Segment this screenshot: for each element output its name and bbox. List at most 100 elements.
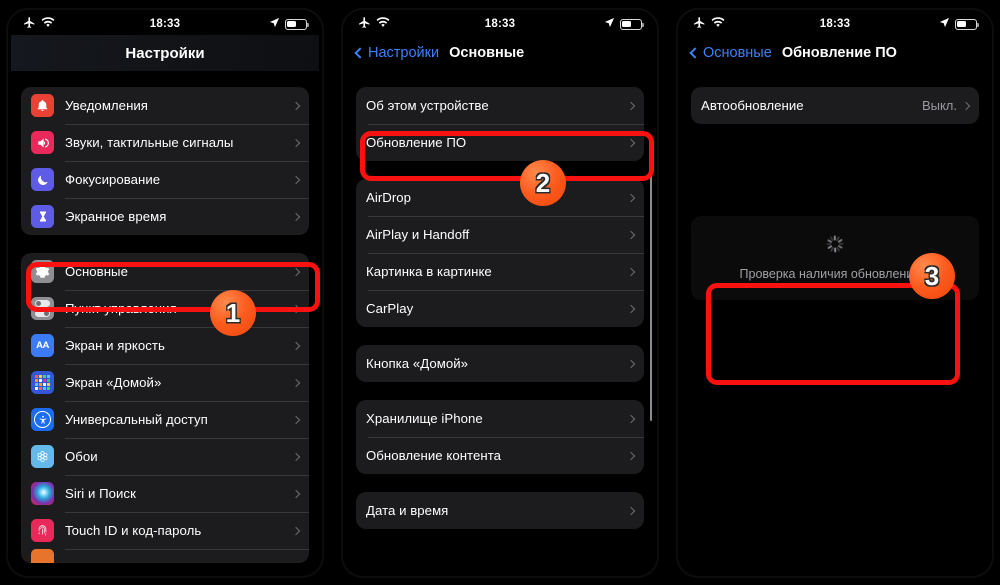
row-label: Экран «Домой» (65, 375, 162, 390)
row-carplay[interactable]: CarPlay (356, 290, 644, 327)
row-label: Обновление ПО (366, 135, 467, 150)
row-sounds[interactable]: Звуки, тактильные сигналы (21, 124, 309, 161)
general-group-3: Кнопка «Домой» (356, 345, 644, 382)
chevron-right-icon (626, 267, 636, 276)
general-group-4: Хранилище iPhone Обновление контента (356, 400, 644, 474)
general-list[interactable]: Об этом устройстве Обновление ПО AirDrop (346, 71, 654, 573)
row-software-update[interactable]: Обновление ПО (356, 124, 644, 161)
chevron-right-icon (291, 101, 301, 110)
chevron-left-icon (354, 47, 366, 59)
row-label: CarPlay (366, 301, 414, 316)
phone-panel-settings: 18:33 Настройки Уведомления Звуки, такти… (6, 8, 324, 578)
software-update-content[interactable]: Автообновление Выкл. Проверка наличия об… (681, 71, 989, 573)
airplane-mode-icon (23, 16, 36, 32)
location-arrow-icon (269, 17, 280, 31)
activity-spinner-icon (826, 235, 844, 253)
scrollbar-indicator[interactable] (649, 141, 652, 421)
general-group-1: Об этом устройстве Обновление ПО (356, 87, 644, 161)
settings-group-2: Основные Пункт управления AA Экран и ярк… (21, 253, 309, 563)
row-touch-id[interactable]: Touch ID и код-пароль (21, 512, 309, 549)
row-control-center[interactable]: Пункт управления (21, 290, 309, 327)
row-label: Картинка в картинке (366, 264, 492, 279)
row-airdrop[interactable]: AirDrop (356, 179, 644, 216)
battery-icon (285, 18, 309, 30)
chevron-right-icon (626, 414, 636, 423)
back-button-settings[interactable]: Настройки (354, 45, 440, 61)
chevron-right-icon (961, 101, 971, 110)
phone-panel-general: 18:33 Настройки Основные Об этом устройс… (341, 8, 659, 578)
row-about[interactable]: Об этом устройстве (356, 87, 644, 124)
row-screen-time[interactable]: Экранное время (21, 198, 309, 235)
row-focus[interactable]: Фокусирование (21, 161, 309, 198)
step-badge-3: 3 (909, 253, 955, 299)
row-label: Пункт управления (65, 301, 177, 316)
page-title: Обновление ПО (781, 45, 897, 61)
wifi-icon (376, 17, 390, 31)
chevron-right-icon (626, 138, 636, 147)
chevron-right-icon (626, 451, 636, 460)
row-label: Обновление контента (366, 448, 502, 463)
row-label: Универсальный доступ (65, 412, 208, 427)
row-label: AirPlay и Handoff (366, 227, 470, 242)
chevron-right-icon (626, 359, 636, 368)
chevron-right-icon (291, 526, 301, 535)
row-auto-update[interactable]: Автообновление Выкл. (691, 87, 979, 124)
auto-update-value: Выкл. (921, 98, 957, 113)
chevron-right-icon (291, 378, 301, 387)
chevron-right-icon (626, 101, 636, 110)
chevron-right-icon (626, 304, 636, 313)
row-picture-in-picture[interactable]: Картинка в картинке (356, 253, 644, 290)
chevron-right-icon (291, 212, 301, 221)
row-iphone-storage[interactable]: Хранилище iPhone (356, 400, 644, 437)
nav-bar-settings: Настройки (11, 35, 319, 71)
chevron-right-icon (291, 452, 301, 461)
wallpaper-icon (31, 445, 54, 468)
home-screen-icon (31, 371, 54, 394)
row-accessibility[interactable]: Универсальный доступ (21, 401, 309, 438)
chevron-left-icon (689, 47, 701, 59)
row-label: Фокусирование (65, 172, 161, 187)
settings-list[interactable]: Уведомления Звуки, тактильные сигналы Фо… (11, 71, 319, 573)
general-group-2: AirDrop AirPlay и Handoff Картинка в кар… (356, 179, 644, 327)
row-display-brightness[interactable]: AA Экран и яркость (21, 327, 309, 364)
row-label: Хранилище iPhone (366, 411, 483, 426)
row-label: Основные (65, 264, 128, 279)
auto-update-group: Автообновление Выкл. (691, 87, 979, 124)
row-partial-next[interactable] (21, 549, 309, 563)
row-general[interactable]: Основные (21, 253, 309, 290)
row-label: Экран и яркость (65, 338, 165, 353)
airplane-mode-icon (693, 16, 706, 32)
chevron-right-icon (626, 506, 636, 515)
step-badge-2: 2 (520, 160, 566, 206)
status-bar: 18:33 (11, 13, 319, 35)
row-siri-search[interactable]: Siri и Поиск (21, 475, 309, 512)
airplane-mode-icon (358, 16, 371, 32)
row-notifications[interactable]: Уведомления (21, 87, 309, 124)
screenshot-stage: 18:33 Настройки Уведомления Звуки, такти… (0, 0, 1000, 585)
chevron-right-icon (291, 304, 301, 313)
row-label: Об этом устройстве (366, 98, 489, 113)
row-label: Кнопка «Домой» (366, 356, 469, 371)
row-wallpaper[interactable]: Обои (21, 438, 309, 475)
back-label: Настройки (368, 45, 440, 61)
back-button-general[interactable]: Основные (689, 45, 772, 61)
battery-icon (955, 18, 979, 30)
settings-group-1: Уведомления Звуки, тактильные сигналы Фо… (21, 87, 309, 235)
row-background-refresh[interactable]: Обновление контента (356, 437, 644, 474)
row-home-screen[interactable]: Экран «Домой» (21, 364, 309, 401)
general-group-5: Дата и время (356, 492, 644, 529)
row-label: Уведомления (65, 98, 149, 113)
row-date-time[interactable]: Дата и время (356, 492, 644, 529)
back-label: Основные (703, 45, 772, 61)
notifications-icon (31, 94, 54, 117)
location-arrow-icon (939, 17, 950, 31)
screen-time-icon (31, 205, 54, 228)
row-label: Touch ID и код-пароль (65, 523, 202, 538)
location-arrow-icon (604, 17, 615, 31)
status-bar: 18:33 (346, 13, 654, 35)
siri-icon (31, 482, 54, 505)
row-home-button[interactable]: Кнопка «Домой» (356, 345, 644, 382)
row-airplay-handoff[interactable]: AirPlay и Handoff (356, 216, 644, 253)
row-label: Экранное время (65, 209, 167, 224)
row-label: Дата и время (366, 503, 449, 518)
